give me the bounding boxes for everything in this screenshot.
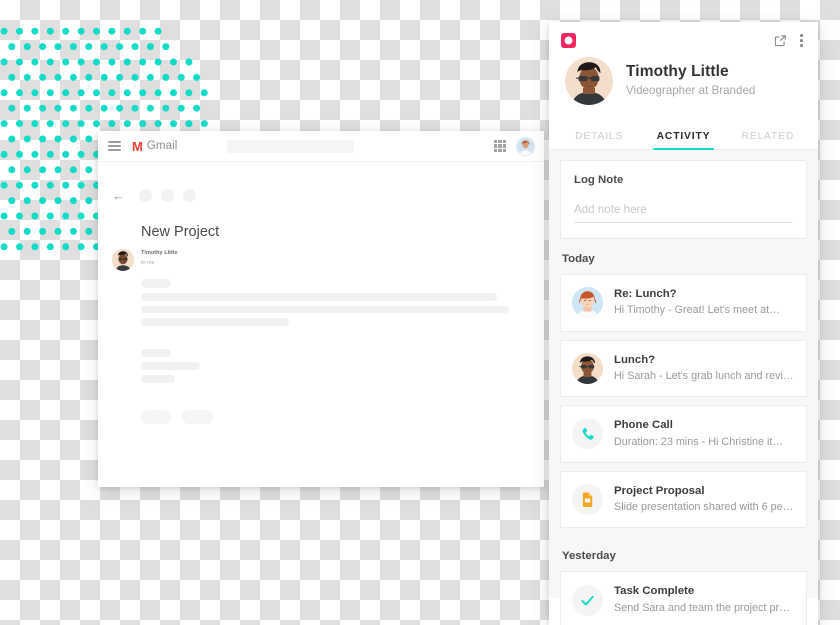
activity-item-title: Phone Call xyxy=(614,419,673,432)
day-group-label: Yesterday xyxy=(562,550,616,563)
activity-item[interactable]: Lunch? Hi Sarah - Let's grab lunch and re… xyxy=(560,339,807,398)
toolbar-placeholder-icon[interactable] xyxy=(139,188,152,202)
email-subject: New Project xyxy=(141,224,220,240)
skeleton-line xyxy=(141,306,509,313)
activity-scroll-area[interactable]: Log Note Today Re: Lunch? Hi Timothy - Gre… xyxy=(549,150,818,625)
activity-item-text: Lunch? Hi Sarah - Let's grab lunch and re… xyxy=(614,353,794,385)
contact-role: Videographer at Branded xyxy=(626,84,756,98)
activity-item-subtitle: Duration: 23 mins - Hi Christine it… xyxy=(614,435,784,448)
toolbar-placeholder-icon[interactable] xyxy=(183,188,196,202)
gmail-toolbar: M Gmail xyxy=(98,131,544,162)
activity-item[interactable]: Re: Lunch? Hi Timothy - Great! Let's meet… xyxy=(560,274,807,332)
skeleton-line xyxy=(141,349,171,357)
skeleton-button[interactable] xyxy=(141,410,171,424)
log-note-card: Log Note xyxy=(560,160,807,239)
panel-tabs: DETAILS ACTIVITY RELATED xyxy=(549,123,818,150)
avatar-timothy xyxy=(572,352,603,384)
sender-recipient: to me xyxy=(141,259,155,266)
activity-item-text: Project Proposal Slide presentation share… xyxy=(614,484,795,516)
gmail-message-toolbar: ← xyxy=(98,188,544,202)
activity-item-title: Lunch? xyxy=(614,353,656,366)
tab-details[interactable]: DETAILS xyxy=(557,123,641,149)
sender-name: Timothy Little xyxy=(141,250,178,256)
back-arrow-icon[interactable]: ← xyxy=(112,189,125,202)
activity-item[interactable]: Task Complete Send Sara and team the proj… xyxy=(560,571,807,625)
activity-item-text: Phone Call Duration: 23 mins - Hi Christi… xyxy=(614,418,783,450)
sender-meta: Timothy Little to me xyxy=(141,249,178,267)
avatar-sarah xyxy=(572,287,603,319)
gmail-search-input[interactable] xyxy=(227,139,354,153)
skeleton-line xyxy=(141,362,200,370)
panel-header xyxy=(549,22,818,48)
activity-item-subtitle: Hi Sarah - Let's grab lunch and revi… xyxy=(614,369,794,382)
activity-item-title: Project Proposal xyxy=(614,484,705,497)
apps-grid-icon[interactable] xyxy=(494,140,506,152)
phone-icon xyxy=(572,418,603,450)
sender-avatar xyxy=(112,249,134,271)
skeleton-line xyxy=(141,318,289,326)
gmail-account-avatar[interactable] xyxy=(517,137,534,155)
canvas: M Gmail ← New Project Timothy Little to … xyxy=(0,0,840,625)
contact-name: Timothy Little xyxy=(626,63,729,81)
day-group-label: Today xyxy=(562,253,595,265)
tab-activity[interactable]: ACTIVITY xyxy=(641,123,725,150)
activity-groups: Today Re: Lunch? Hi Timothy - Great! Let's… xyxy=(560,239,807,625)
email-body-skeleton xyxy=(98,271,544,326)
skeleton-line xyxy=(141,293,497,301)
more-options-icon[interactable] xyxy=(797,33,806,48)
activity-item-subtitle: Send Sara and team the project prop… xyxy=(614,601,795,614)
email-sender-row: Timothy Little to me xyxy=(98,249,544,271)
email-signature-skeleton xyxy=(98,331,544,383)
log-note-title: Log Note xyxy=(574,174,624,186)
activity-item-title: Task Complete xyxy=(614,585,695,598)
menu-icon[interactable] xyxy=(108,139,121,153)
toolbar-placeholder-icon[interactable] xyxy=(161,188,174,202)
gmail-logo-icon: M xyxy=(132,138,143,154)
email-action-buttons-skeleton[interactable] xyxy=(98,388,544,424)
activity-item-text: Task Complete Send Sara and team the proj… xyxy=(614,584,795,616)
skeleton-line xyxy=(141,375,175,383)
activity-item[interactable]: Phone Call Duration: 23 mins - Hi Christi… xyxy=(560,405,807,463)
panel-header-actions xyxy=(774,33,806,48)
activity-item-subtitle: Hi Timothy - Great! Let's meet at… xyxy=(614,304,780,317)
gmail-brand-label: Gmail xyxy=(146,140,178,152)
contact-avatar xyxy=(565,57,613,105)
activity-item[interactable]: Project Proposal Slide presentation share… xyxy=(560,470,807,529)
activity-item-text: Re: Lunch? Hi Timothy - Great! Let's meet… xyxy=(614,287,780,319)
check-icon xyxy=(572,584,603,616)
skeleton-button[interactable] xyxy=(182,410,213,424)
activity-item-subtitle: Slide presentation shared with 6 people xyxy=(614,501,795,514)
copilot-logo-icon xyxy=(561,33,576,48)
contact-identity: Timothy Little Videographer at Branded xyxy=(549,48,818,105)
activity-panel: Timothy Little Videographer at Branded D… xyxy=(549,22,818,625)
skeleton-line xyxy=(141,279,171,288)
activity-item-title: Re: Lunch? xyxy=(614,288,677,300)
gmail-window: M Gmail ← New Project Timothy Little to … xyxy=(98,131,544,487)
contact-text: Timothy Little Videographer at Branded xyxy=(626,62,755,100)
log-note-input[interactable] xyxy=(574,203,793,223)
slides-document-icon xyxy=(572,484,603,516)
tab-related[interactable]: RELATED xyxy=(726,123,810,149)
gmail-message-body: ← New Project Timothy Little to me xyxy=(98,162,544,424)
open-external-icon[interactable] xyxy=(774,34,787,47)
